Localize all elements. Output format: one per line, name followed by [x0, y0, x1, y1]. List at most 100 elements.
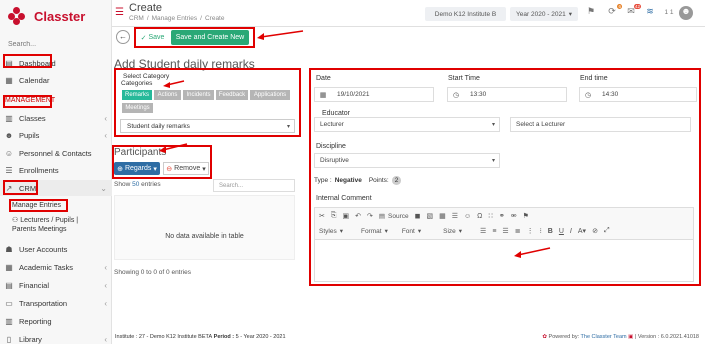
type-value: Negative	[334, 177, 362, 184]
sidebar-subitem-manage-entries[interactable]: Manage Entries	[12, 201, 61, 210]
sidebar-item-library[interactable]: ▯ Library ‹	[0, 331, 112, 344]
version-label: | Version : 6.0.2021.41018	[634, 334, 699, 340]
user-avatar[interactable]: ☻	[679, 6, 693, 20]
category-tab-remarks[interactable]: Remarks	[122, 90, 152, 100]
size-dropdown[interactable]: Size ▾	[443, 227, 462, 236]
text-color-icon[interactable]: A▾	[578, 227, 586, 235]
omega-icon[interactable]: Ω	[477, 213, 482, 220]
special-char-icon[interactable]: ∷	[488, 212, 492, 220]
sidebar-item-dashboard[interactable]: ▤ Dashboard	[0, 55, 112, 71]
copy-icon[interactable]: ⎘	[331, 212, 337, 220]
align-left-icon[interactable]: ☰	[480, 227, 486, 235]
italic-icon[interactable]: I	[570, 228, 572, 235]
discipline-select[interactable]: Disruptive ▾	[314, 153, 500, 168]
save-and-create-new-button[interactable]: Save and Create New	[171, 30, 249, 45]
category-tab-feedback[interactable]: Feedback	[216, 90, 248, 100]
date-field[interactable]: ▦ 19/10/2021	[314, 87, 434, 102]
flag-gb-icon[interactable]: ▣	[628, 334, 633, 340]
sidebar-item-personnel[interactable]: ☺ Personnel & Contacts	[0, 145, 112, 161]
sidebar-item-academic-tasks[interactable]: ▦ Academic Tasks ‹	[0, 259, 112, 275]
sidebar-item-transportation[interactable]: ▭ Transportation ‹	[0, 295, 112, 311]
styles-dropdown[interactable]: Styles ▾	[319, 227, 343, 236]
cut-icon[interactable]: ✂	[319, 212, 325, 220]
app-logo[interactable]: Classter	[8, 6, 85, 26]
breadcrumb-crm[interactable]: CRM	[129, 15, 144, 22]
media-icon[interactable]: ◼	[415, 212, 421, 220]
minus-circle-icon: ⊖	[166, 165, 173, 173]
format-dropdown[interactable]: Format ▾	[361, 227, 388, 236]
page-indicator: 1 1	[664, 9, 674, 16]
align-center-icon[interactable]: ≡	[492, 228, 496, 235]
justify-icon[interactable]: ≣	[515, 227, 521, 235]
year-selector[interactable]: Year 2020 - 2021 ▾	[510, 7, 578, 21]
sidebar-item-reporting[interactable]: ▥ Reporting	[0, 313, 112, 329]
messages-icon[interactable]: ✉ 42	[624, 4, 641, 20]
image-icon[interactable]: ▧	[426, 212, 433, 220]
paste-icon[interactable]: ▣	[342, 212, 349, 220]
remove-format-icon[interactable]: ⊘	[592, 227, 598, 235]
regards-button-label: Regards	[124, 165, 152, 172]
align-right-icon[interactable]: ☰	[502, 227, 508, 235]
sidebar-item-label: Reporting	[19, 316, 52, 326]
sidebar-item-crm[interactable]: ↗ CRM ⌄	[0, 180, 112, 196]
sidebar-item-pupils[interactable]: ☻ Pupils ‹	[0, 127, 112, 143]
numbered-list-icon[interactable]: ⁝	[540, 227, 542, 235]
sidebar-subitem-lecturers[interactable]: ⚇ Lecturers / Pupils | Parents Meetings	[12, 216, 78, 234]
caret-down-icon: ▾	[153, 165, 157, 173]
top-header: ☰ Create CRM / Manage Entries / Create D…	[112, 0, 705, 27]
sidebar-item-financial[interactable]: ▤ Financial ‹	[0, 277, 112, 293]
lecturer-select[interactable]: Select a Lecturer	[510, 117, 691, 132]
chevron-down-icon: ▾	[491, 158, 495, 164]
breadcrumb-separator: /	[200, 15, 202, 22]
entries-length-control: Show 50 entries	[114, 181, 161, 188]
sidebar-item-user-accounts[interactable]: ☗ User Accounts	[0, 241, 112, 257]
font-dropdown[interactable]: Font ▾	[402, 227, 421, 236]
undo-icon[interactable]: ↶	[355, 212, 361, 220]
save-button[interactable]: ✓ Save	[138, 31, 167, 44]
remove-button[interactable]: ⊖ Remove ▾	[163, 162, 209, 175]
table-info: Showing 0 to 0 of 0 entries	[114, 269, 191, 276]
footer-period-value: 5 - Year 2020 - 2021	[235, 334, 286, 340]
hamburger-menu-icon[interactable]: ☰	[115, 7, 124, 18]
bullet-list-icon[interactable]: ⋮	[527, 227, 534, 235]
sidebar-item-enrollments[interactable]: ☰ Enrollments	[0, 162, 112, 178]
redo-icon[interactable]: ↷	[367, 212, 373, 220]
sidebar-search-input[interactable]	[8, 37, 104, 51]
entries-count-select[interactable]: 50	[132, 181, 139, 188]
unlink-icon[interactable]: ⚮	[511, 212, 517, 220]
end-time-field[interactable]: ◷ 14:30	[579, 87, 697, 102]
sidebar-item-label: Classes	[19, 113, 46, 123]
smiley-icon[interactable]: ☺	[464, 213, 471, 220]
classter-team-link[interactable]: The Classter Team	[581, 334, 627, 340]
educator-select[interactable]: Lecturer ▾	[314, 117, 500, 132]
layers-icon[interactable]: ≋	[643, 6, 657, 20]
bold-icon[interactable]: B	[548, 228, 553, 235]
underline-icon[interactable]: U	[559, 228, 564, 235]
category-tab-actions[interactable]: Actions	[154, 90, 181, 100]
maximize-icon[interactable]: ⤢	[604, 227, 610, 235]
flag-icon[interactable]: ⚑	[584, 6, 598, 20]
type-label: Type :	[314, 177, 332, 184]
participants-search-input[interactable]: Search...	[213, 179, 295, 192]
sidebar-item-calendar[interactable]: ▦ Calendar	[0, 72, 112, 88]
notifications-icon[interactable]: ⟳ 6	[605, 4, 622, 20]
end-time-label: End time	[580, 75, 608, 82]
category-tab-applications[interactable]: Applications	[250, 90, 290, 100]
regards-button[interactable]: ⊕ Regards ▾	[114, 162, 160, 175]
breadcrumb-manage-entries[interactable]: Manage Entries	[152, 15, 198, 22]
category-select[interactable]: Student daily remarks ▾	[120, 119, 295, 133]
back-button[interactable]: ←	[116, 30, 130, 44]
sidebar-item-classes[interactable]: ▥ Classes ‹	[0, 110, 112, 126]
chevron-left-icon: ‹	[104, 262, 107, 272]
hr-icon[interactable]: ☰	[452, 212, 458, 220]
source-button[interactable]: ▤ Source	[379, 212, 409, 221]
link-icon[interactable]: ⚭	[499, 212, 505, 220]
internal-comment-editor[interactable]	[314, 240, 694, 282]
breadcrumb-create: Create	[204, 15, 225, 22]
category-tab-meetings[interactable]: Meetings	[122, 103, 153, 113]
start-time-field[interactable]: ◷ 13:30	[447, 87, 567, 102]
anchor-flag-icon[interactable]: ⚑	[523, 212, 529, 220]
category-tab-incidents[interactable]: Incidents	[183, 90, 214, 100]
table-icon[interactable]: ▦	[439, 212, 446, 220]
institute-selector[interactable]: Demo K12 Institute B	[425, 7, 506, 21]
